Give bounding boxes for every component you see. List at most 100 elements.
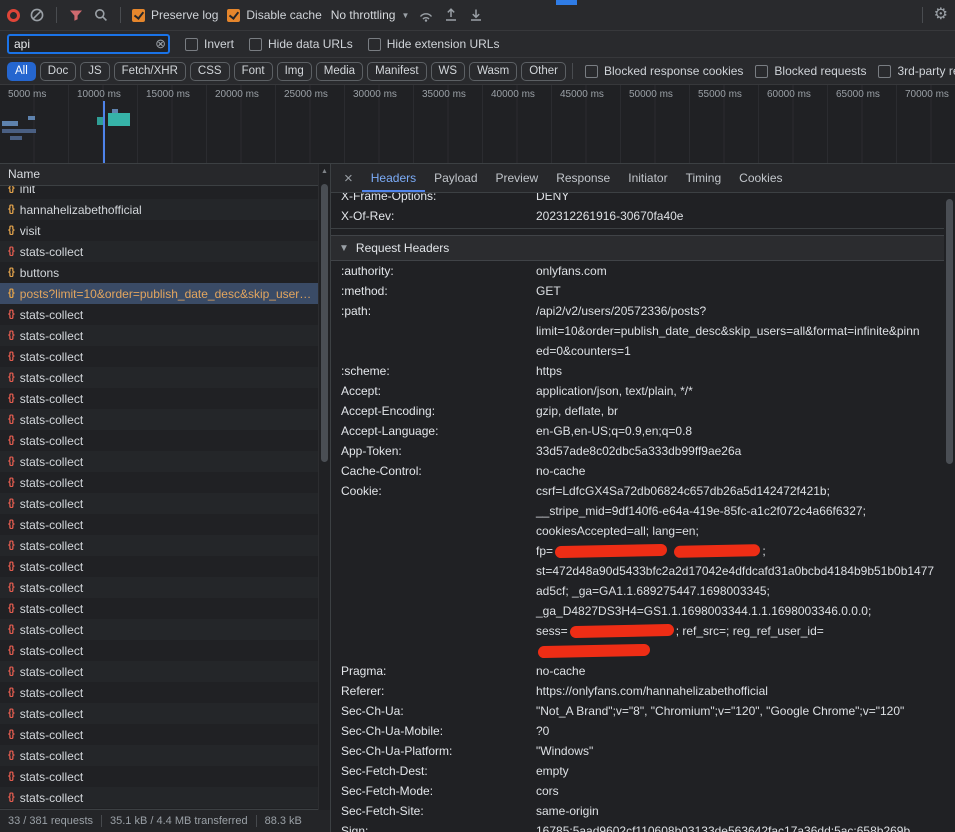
disable-cache-toggle[interactable]: Disable cache xyxy=(227,8,321,22)
filter-chip-media[interactable]: Media xyxy=(316,62,363,81)
throttling-dropdown[interactable]: No throttling ▼ xyxy=(331,8,410,22)
resources-size: 88.3 kB xyxy=(265,815,302,827)
search-icon[interactable] xyxy=(93,7,109,23)
filter-chip-all[interactable]: All xyxy=(7,62,36,81)
request-row[interactable]: {}stats-collect xyxy=(0,388,330,409)
request-headers-section-header[interactable]: ▼ Request Headers xyxy=(331,235,955,261)
third-party-requests-toggle[interactable]: 3rd-party requests xyxy=(878,64,955,78)
tab-timing[interactable]: Timing xyxy=(677,165,731,192)
request-row[interactable]: {}stats-collect xyxy=(0,724,330,745)
scroll-up-arrow-icon[interactable]: ▲ xyxy=(321,168,328,175)
request-row[interactable]: {}stats-collect xyxy=(0,304,330,325)
blocked-requests-toggle[interactable]: Blocked requests xyxy=(755,64,866,78)
request-row[interactable]: {}stats-collect xyxy=(0,472,330,493)
filter-input[interactable] xyxy=(7,34,170,54)
record-button[interactable] xyxy=(7,9,20,22)
request-row[interactable]: {}stats-collect xyxy=(0,703,330,724)
tab-preview[interactable]: Preview xyxy=(487,165,548,192)
request-row[interactable]: {}stats-collect xyxy=(0,682,330,703)
filter-chip-fetch-xhr[interactable]: Fetch/XHR xyxy=(114,62,186,81)
request-row[interactable]: {}visit xyxy=(0,220,330,241)
detail-tabs: HeadersPayloadPreviewResponseInitiatorTi… xyxy=(362,165,792,192)
request-row[interactable]: {}stats-collect xyxy=(0,661,330,682)
request-row[interactable]: {}buttons xyxy=(0,262,330,283)
header-name: App-Token: xyxy=(341,441,536,461)
close-details-icon[interactable]: × xyxy=(335,170,362,187)
filter-chip-font[interactable]: Font xyxy=(234,62,273,81)
request-row[interactable]: {}stats-collect xyxy=(0,241,330,262)
header-value: cors xyxy=(536,781,955,801)
header-value: csrf=LdfcGX4Sa72db06824c657db26a5d142472… xyxy=(536,481,955,661)
request-row[interactable]: {}stats-collect xyxy=(0,598,330,619)
hide-data-urls-toggle[interactable]: Hide data URLs xyxy=(249,37,353,51)
third-party-requests-checkbox[interactable] xyxy=(878,65,891,78)
filter-chip-css[interactable]: CSS xyxy=(190,62,230,81)
filter-chip-other[interactable]: Other xyxy=(521,62,566,81)
filter-chip-js[interactable]: JS xyxy=(80,62,109,81)
header-name: X-Frame-Options: xyxy=(341,193,536,206)
network-conditions-icon[interactable] xyxy=(418,7,434,23)
request-row[interactable]: {}stats-collect xyxy=(0,640,330,661)
filter-chip-ws[interactable]: WS xyxy=(431,62,466,81)
hide-data-urls-checkbox[interactable] xyxy=(249,38,262,51)
transferred-size: 35.1 kB / 4.4 MB transferred xyxy=(110,815,248,827)
tab-cookies[interactable]: Cookies xyxy=(730,165,791,192)
request-row[interactable]: {}stats-collect xyxy=(0,766,330,787)
tab-response[interactable]: Response xyxy=(547,165,619,192)
request-row[interactable]: {}stats-collect xyxy=(0,325,330,346)
name-column-header[interactable]: Name xyxy=(0,164,330,186)
request-row[interactable]: {}stats-collect xyxy=(0,556,330,577)
request-row[interactable]: {}posts?limit=10&order=publish_date_desc… xyxy=(0,283,330,304)
request-row[interactable]: {}stats-collect xyxy=(0,451,330,472)
filter-chip-manifest[interactable]: Manifest xyxy=(367,62,426,81)
tab-headers[interactable]: Headers xyxy=(362,165,425,192)
details-scrollbar[interactable] xyxy=(944,193,955,832)
request-row[interactable]: {}stats-collect xyxy=(0,430,330,451)
tab-payload[interactable]: Payload xyxy=(425,165,486,192)
clear-network-log-icon[interactable] xyxy=(29,7,45,23)
blocked-response-cookies-checkbox[interactable] xyxy=(585,65,598,78)
request-row[interactable]: {}stats-collect xyxy=(0,745,330,766)
invert-checkbox[interactable] xyxy=(185,38,198,51)
hide-extension-urls-toggle[interactable]: Hide extension URLs xyxy=(368,37,500,51)
hide-extension-urls-checkbox[interactable] xyxy=(368,38,381,51)
request-row[interactable]: {}stats-collect xyxy=(0,535,330,556)
blocked-requests-checkbox[interactable] xyxy=(755,65,768,78)
request-row[interactable]: {}stats-collect xyxy=(0,346,330,367)
preserve-log-checkbox[interactable] xyxy=(132,9,145,22)
invert-label: Invert xyxy=(204,37,234,51)
request-row[interactable]: {}stats-collect xyxy=(0,577,330,598)
request-row[interactable]: {}stats-collect xyxy=(0,367,330,388)
preserve-log-toggle[interactable]: Preserve log xyxy=(132,8,218,22)
request-name: stats-collect xyxy=(20,476,97,490)
filter-chip-wasm[interactable]: Wasm xyxy=(469,62,517,81)
settings-gear-icon[interactable]: ⚙ xyxy=(934,7,948,23)
tab-initiator[interactable]: Initiator xyxy=(619,165,676,192)
filter-chip-img[interactable]: Img xyxy=(277,62,312,81)
filter-icon[interactable] xyxy=(68,7,84,23)
filter-chip-doc[interactable]: Doc xyxy=(40,62,76,81)
invert-toggle[interactable]: Invert xyxy=(185,37,234,51)
import-har-icon[interactable] xyxy=(443,7,459,23)
network-overview-timeline[interactable]: 5000 ms10000 ms15000 ms20000 ms25000 ms3… xyxy=(0,85,955,164)
request-row[interactable]: {}stats-collect xyxy=(0,493,330,514)
request-row[interactable]: {}hannahelizabethofficial xyxy=(0,199,330,220)
request-row[interactable]: {}init xyxy=(0,186,330,199)
request-row[interactable]: {}stats-collect xyxy=(0,514,330,535)
request-row[interactable]: {}stats-collect xyxy=(0,619,330,640)
request-row[interactable]: {}stats-collect xyxy=(0,409,330,430)
request-list-scrollbar[interactable]: ▲ xyxy=(318,164,330,810)
timeline-tick: 30000 ms xyxy=(353,89,397,100)
scrollbar-thumb[interactable] xyxy=(321,184,328,462)
export-har-icon[interactable] xyxy=(468,7,484,23)
header-name: Accept-Language: xyxy=(341,421,536,441)
timeline-tick: 20000 ms xyxy=(215,89,259,100)
hide-data-urls-label: Hide data URLs xyxy=(268,37,353,51)
header-value: same-origin xyxy=(536,801,955,821)
request-name: posts?limit=10&order=publish_date_desc&s… xyxy=(20,287,326,301)
scrollbar-thumb[interactable] xyxy=(946,199,953,464)
disable-cache-checkbox[interactable] xyxy=(227,9,240,22)
clear-filter-icon[interactable]: ⊗ xyxy=(155,36,166,52)
blocked-response-cookies-toggle[interactable]: Blocked response cookies xyxy=(585,64,743,78)
request-row[interactable]: {}stats-collect xyxy=(0,787,330,808)
